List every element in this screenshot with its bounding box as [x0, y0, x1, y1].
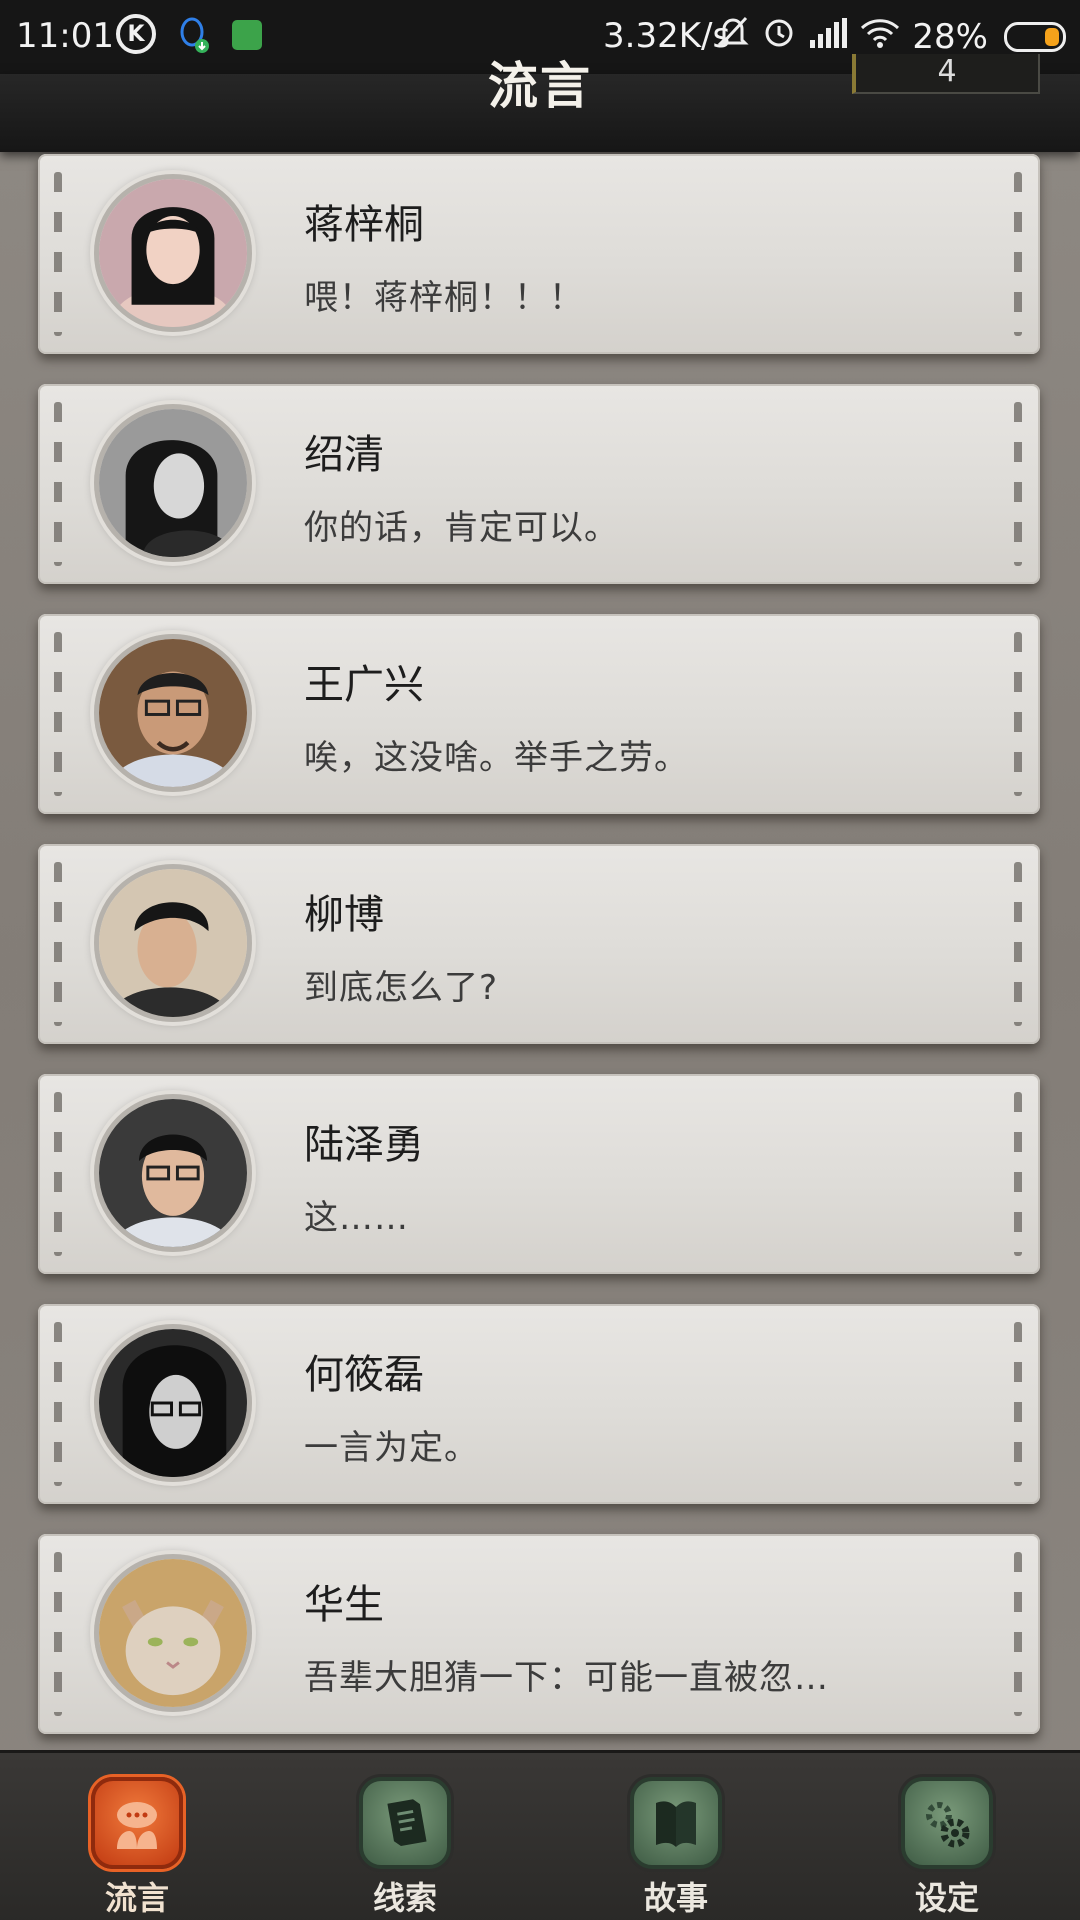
message-card[interactable]: 王广兴 唉，这没啥。举手之劳。	[38, 614, 1040, 814]
tab-label: 线索	[372, 1879, 437, 1917]
avatar	[94, 864, 252, 1022]
contact-name: 王广兴	[304, 662, 424, 708]
message-card[interactable]: 蒋梓桐 喂！蒋梓桐！！！	[38, 154, 1040, 354]
avatar	[94, 404, 252, 562]
message-preview: 你的话，肯定可以。	[304, 508, 619, 548]
message-list: 蒋梓桐 喂！蒋梓桐！！！ 绍清 你的话，肯定可以。 王广兴 唉，这没啥。举手之劳…	[0, 152, 1080, 1750]
avatar	[94, 634, 252, 792]
card-stitch-left	[54, 1322, 62, 1486]
tab-label: 流言	[104, 1879, 169, 1917]
tab-label: 故事	[643, 1879, 708, 1917]
card-stitch-right	[1014, 402, 1022, 566]
card-stitch-right	[1014, 1552, 1022, 1716]
message-card[interactable]: 陆泽勇 这……	[38, 1074, 1040, 1274]
contact-name: 陆泽勇	[304, 1122, 424, 1168]
card-stitch-left	[54, 402, 62, 566]
message-card[interactable]: 华生 吾辈大胆猜一下：可能一直被忽…	[38, 1534, 1040, 1734]
card-stitch-right	[1014, 632, 1022, 796]
contact-name: 绍清	[304, 432, 384, 478]
card-stitch-left	[54, 862, 62, 1026]
contact-name: 何筱磊	[304, 1352, 424, 1398]
avatar	[94, 1094, 252, 1252]
card-stitch-right	[1014, 862, 1022, 1026]
message-preview: 到底怎么了?	[304, 968, 499, 1008]
card-stitch-right	[1014, 172, 1022, 336]
settings-gear-icon	[901, 1777, 993, 1869]
message-counter: 4	[852, 54, 1040, 94]
message-preview: 这……	[304, 1198, 409, 1238]
story-book-icon	[630, 1777, 722, 1869]
message-preview: 一言为定。	[304, 1428, 479, 1468]
tab-settings[interactable]: 设定	[892, 1777, 1002, 1917]
tab-clues[interactable]: 线索	[350, 1777, 460, 1917]
bottom-nav: 流言 线索 故事 设定	[0, 1750, 1080, 1920]
tab-label: 设定	[914, 1879, 979, 1917]
clue-paper-icon	[359, 1777, 451, 1869]
message-preview: 吾辈大胆猜一下：可能一直被忽…	[304, 1658, 829, 1698]
message-preview: 唉，这没啥。举手之劳。	[304, 738, 689, 778]
card-stitch-left	[54, 172, 62, 336]
message-card[interactable]: 何筱磊 一言为定。	[38, 1304, 1040, 1504]
card-stitch-left	[54, 632, 62, 796]
contact-name: 蒋梓桐	[304, 202, 424, 248]
message-preview: 喂！蒋梓桐！！！	[304, 278, 584, 318]
contact-name: 华生	[304, 1582, 384, 1628]
top-header: 流言 4	[0, 54, 1080, 152]
message-card[interactable]: 柳博 到底怎么了?	[38, 844, 1040, 1044]
card-stitch-right	[1014, 1092, 1022, 1256]
card-stitch-right	[1014, 1322, 1022, 1486]
message-card[interactable]: 绍清 你的话，肯定可以。	[38, 384, 1040, 584]
contact-name: 柳博	[304, 892, 384, 938]
tab-stories[interactable]: 故事	[621, 1777, 731, 1917]
card-stitch-left	[54, 1092, 62, 1256]
avatar	[94, 174, 252, 332]
rumor-chat-icon	[91, 1777, 183, 1869]
tab-rumors[interactable]: 流言	[82, 1777, 192, 1917]
card-stitch-left	[54, 1552, 62, 1716]
avatar	[94, 1324, 252, 1482]
avatar	[94, 1554, 252, 1712]
